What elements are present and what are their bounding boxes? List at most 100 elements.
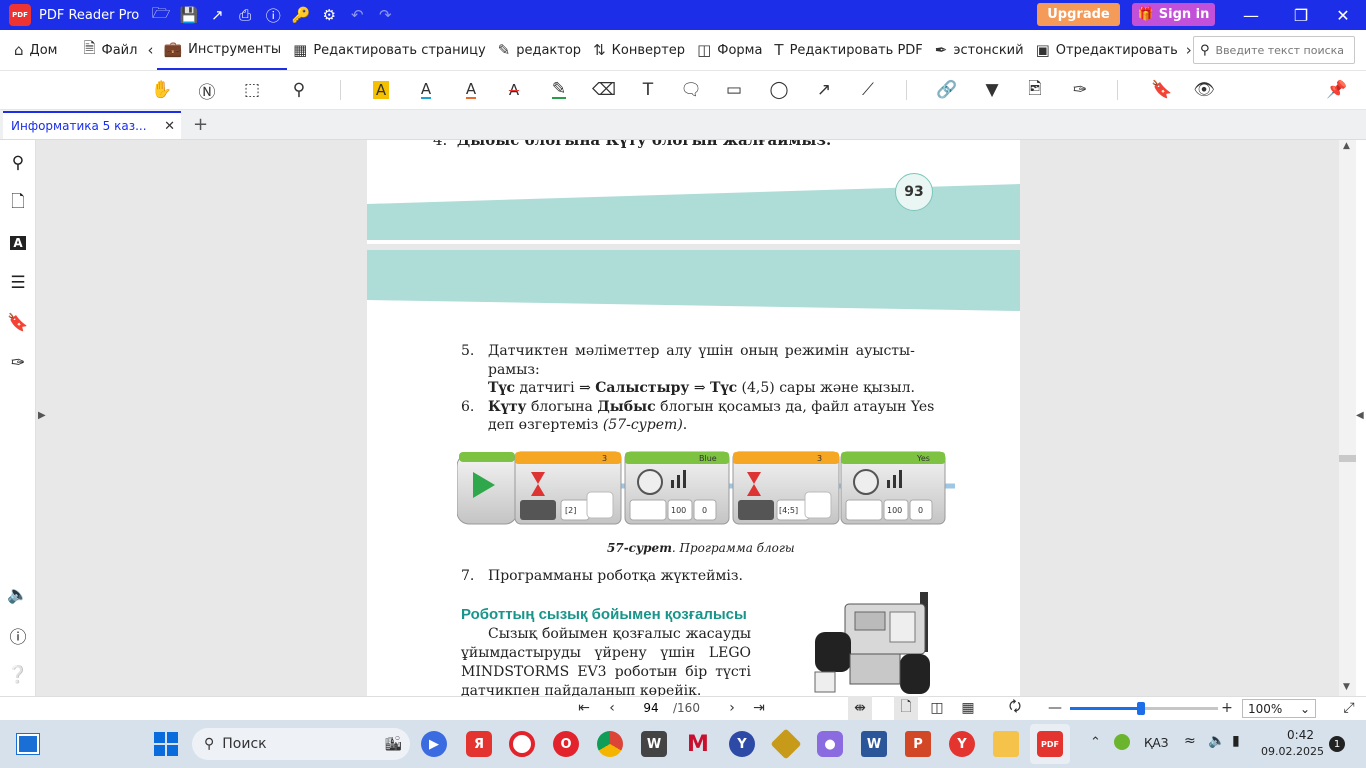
opera-gx-icon[interactable]: O	[546, 724, 586, 764]
fullscreen-icon[interactable]: ⤢	[1337, 696, 1361, 720]
file-explorer-icon[interactable]	[986, 724, 1026, 764]
menu-file[interactable]: 🗎 Файл	[77, 30, 143, 70]
maximize-button[interactable]: ❐	[1278, 0, 1324, 30]
next-page-icon[interactable]: ›	[720, 696, 744, 720]
area-select-icon[interactable]: ⬚	[238, 76, 266, 104]
vertical-scrollbar[interactable]	[1339, 140, 1356, 696]
image-icon[interactable]: 🖻	[1021, 76, 1049, 104]
menu-estonian[interactable]: ✒ эстонский	[929, 30, 1030, 70]
single-page-icon[interactable]: 🗋	[894, 696, 918, 720]
chrome-icon[interactable]	[590, 724, 630, 764]
arrow-icon[interactable]: ↗	[810, 76, 838, 104]
language-indicator[interactable]: ҚАЗ	[1144, 736, 1168, 750]
menu-home[interactable]: ⌂ Дом	[8, 30, 63, 70]
taskbar-search[interactable]: ⚲ Поиск 🏙	[192, 728, 410, 760]
rectangle-icon[interactable]: ▭	[720, 76, 748, 104]
zoom-out-icon[interactable]: —	[1043, 696, 1067, 720]
windows-start-icon[interactable]	[146, 724, 186, 764]
powerpoint-icon[interactable]: P	[898, 724, 938, 764]
menu-form[interactable]: ◫ Форма	[691, 30, 768, 70]
menu-scroll-left[interactable]: ‹	[143, 30, 157, 70]
tray-app-icon[interactable]	[1114, 734, 1130, 750]
tab-document[interactable]: Информатика 5 каз... ✕	[3, 111, 181, 139]
print-icon[interactable]: ⎙	[231, 0, 259, 30]
last-page-icon[interactable]: ⇥	[747, 696, 771, 720]
pdf-reader-icon[interactable]: PDF	[1030, 724, 1070, 764]
outline-icon[interactable]: ☰	[0, 268, 36, 298]
upgrade-button[interactable]: Upgrade	[1037, 3, 1120, 26]
pages-icon[interactable]: 🗋	[0, 188, 36, 218]
ace-icon[interactable]: M	[678, 724, 718, 764]
annotation-icon[interactable]: A	[0, 228, 36, 258]
freehand-icon[interactable]: ✎	[545, 76, 573, 104]
collapse-right-icon[interactable]: ◀	[1356, 410, 1364, 421]
book-mode-icon[interactable]: ▦	[956, 696, 980, 720]
scrollbar-thumb[interactable]	[1339, 455, 1356, 462]
menu-converter[interactable]: ⇅ Конвертер	[587, 30, 691, 70]
ellipse-icon[interactable]: ◯	[765, 76, 793, 104]
zoom-slider-thumb[interactable]	[1137, 702, 1145, 715]
wifi-icon[interactable]: ≈	[1184, 733, 1196, 749]
menu-editor[interactable]: ✎ редактор	[492, 30, 587, 70]
opera-icon[interactable]	[502, 724, 542, 764]
zoom-in-icon[interactable]: +	[1215, 696, 1239, 720]
menu-edit-page[interactable]: ▦ Редактировать страницу	[287, 30, 491, 70]
first-page-icon[interactable]: ⇤	[572, 696, 596, 720]
signature-icon[interactable]: ✑	[1066, 76, 1094, 104]
clock-date[interactable]: 09.02.2025	[1250, 745, 1324, 758]
bookmark-icon[interactable]: 🔖	[1148, 76, 1176, 104]
close-tab-icon[interactable]: ✕	[164, 119, 175, 134]
menu-edit-pdf[interactable]: T Редактировать PDF	[768, 30, 928, 70]
share-icon[interactable]: ↗	[203, 0, 231, 30]
search-box[interactable]: ⚲	[1193, 36, 1355, 64]
eraser-icon[interactable]: ⌫	[590, 76, 618, 104]
page-number-input[interactable]	[633, 699, 669, 717]
search-input[interactable]	[1215, 43, 1346, 57]
clock-time[interactable]: 0:42	[1264, 728, 1314, 742]
link-icon[interactable]: 🔗	[933, 76, 961, 104]
scroll-up-icon[interactable]: ▲	[1343, 141, 1350, 151]
yandex-y-icon[interactable]: Y	[942, 724, 982, 764]
scroll-down-icon[interactable]: ▼	[1343, 682, 1350, 692]
app-diamond-icon[interactable]	[766, 724, 806, 764]
signature-icon[interactable]: ✑	[0, 348, 36, 378]
highlight-icon[interactable]: A	[367, 76, 395, 104]
yandex-icon[interactable]: Я	[459, 724, 499, 764]
yandex-browser-icon[interactable]: Y	[722, 724, 762, 764]
line-icon[interactable]: ⟋	[854, 76, 882, 104]
help-icon[interactable]: ⓘ	[259, 0, 287, 30]
zoom-select[interactable]: 100% ⌄	[1242, 699, 1316, 718]
two-page-icon[interactable]: ◫	[925, 696, 949, 720]
key-icon[interactable]: 🔑	[287, 0, 315, 30]
prev-page-icon[interactable]: ‹	[600, 696, 624, 720]
undo-icon[interactable]: ↶	[343, 0, 371, 30]
zoom-meeting-icon[interactable]: ▶	[414, 724, 454, 764]
menu-redact[interactable]: ▣ Отредактировать	[1030, 30, 1184, 70]
hand-icon[interactable]: ✋	[148, 76, 176, 104]
settings-icon[interactable]: ⚙	[315, 0, 343, 30]
volume-icon[interactable]: 🔈	[1208, 733, 1225, 749]
close-button[interactable]: ✕	[1320, 0, 1366, 30]
bookmark-icon[interactable]: 🔖	[0, 308, 36, 338]
speaker-icon[interactable]: 🔈	[0, 580, 36, 610]
squiggly-icon[interactable]: A	[457, 76, 485, 104]
save-icon[interactable]: 💾	[175, 0, 203, 30]
zoom-area-icon[interactable]: ⚲	[285, 76, 313, 104]
search-icon[interactable]: ⚲	[0, 148, 36, 178]
info-icon[interactable]: ⓘ	[0, 620, 36, 650]
fit-width-icon[interactable]: ⇼	[848, 696, 872, 720]
menu-tools[interactable]: 💼 Инструменты	[157, 30, 288, 70]
strikeout-icon[interactable]: A	[500, 76, 528, 104]
pin-icon[interactable]: 📌	[1323, 76, 1351, 104]
word-icon[interactable]: W	[854, 724, 894, 764]
help-icon[interactable]: ❔	[0, 660, 36, 690]
minimize-button[interactable]: —	[1228, 0, 1274, 30]
select-text-icon[interactable]: Ⓝ	[193, 76, 221, 104]
tray-chevron-icon[interactable]: ⌃	[1090, 735, 1101, 750]
new-tab-button[interactable]: +	[193, 114, 208, 135]
stamp-icon[interactable]: ▼	[978, 76, 1006, 104]
open-folder-icon[interactable]: 🗁	[147, 0, 175, 30]
note-icon[interactable]: 🗨	[677, 76, 705, 104]
collapse-left-icon[interactable]: ▶	[38, 410, 46, 421]
text-box-icon[interactable]: T	[634, 76, 662, 104]
